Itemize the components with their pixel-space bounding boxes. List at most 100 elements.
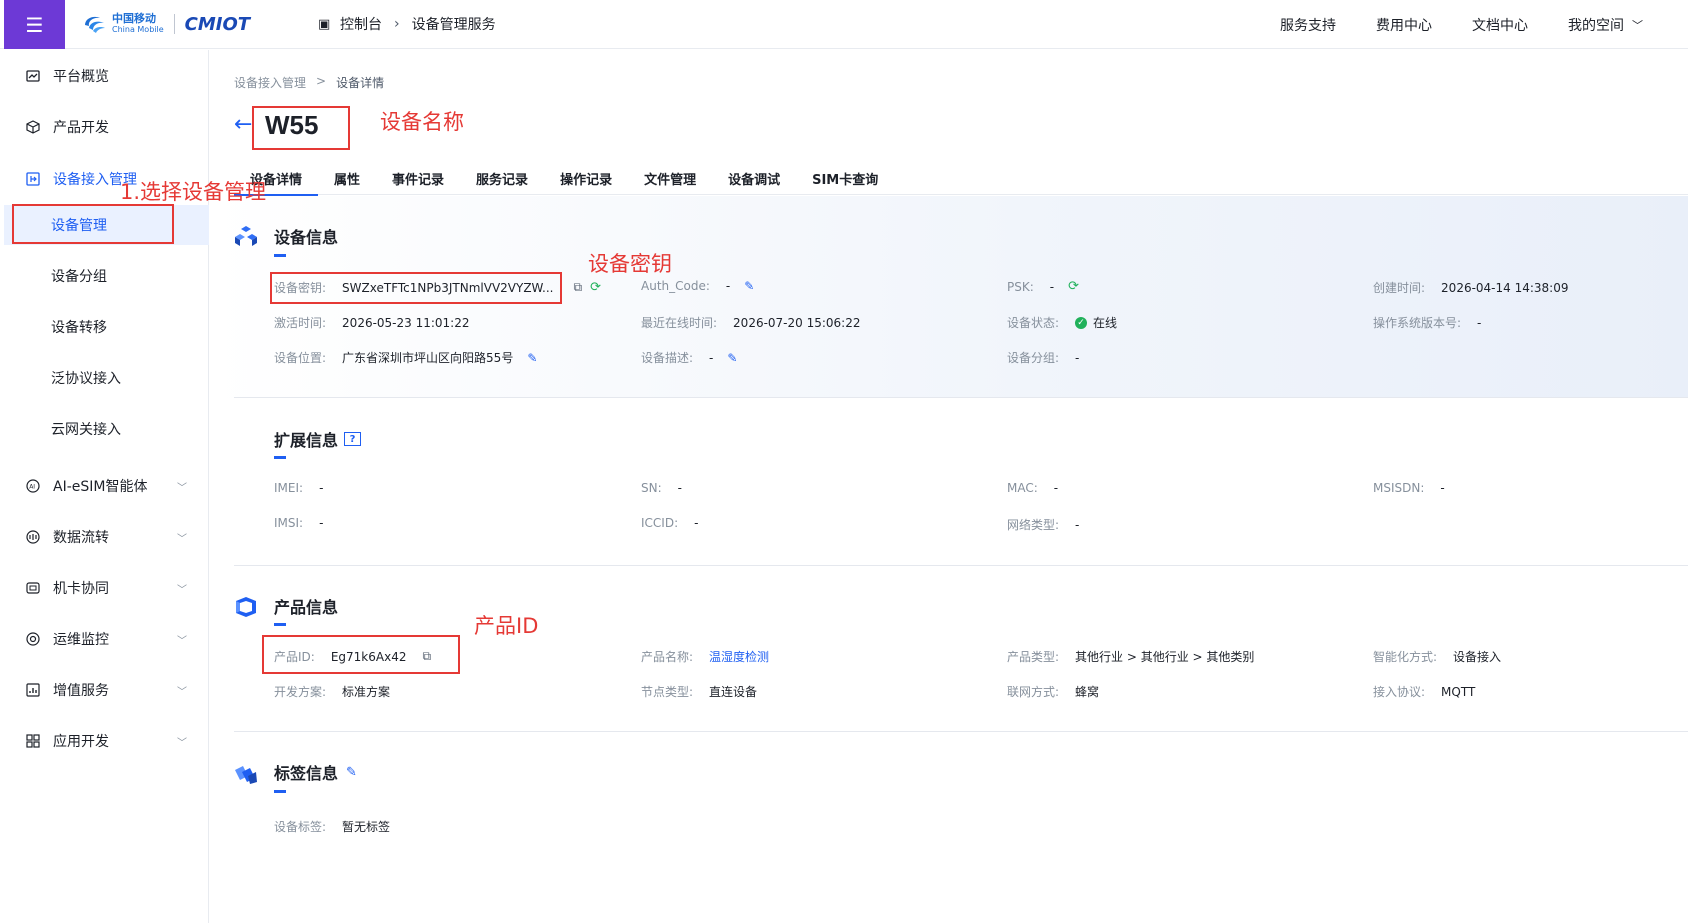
sidebar-item-ops-monitor[interactable]: 运维监控 ﹀ [4,619,209,659]
logo-cn-text: 中国移动 [112,12,156,25]
sidebar-item-app-dev[interactable]: 应用开发 ﹀ [4,721,209,761]
field-product-type: 产品类型: 其他行业 > 其他行业 > 其他类别 [1007,650,1255,664]
cubes-icon [235,226,257,246]
apps-icon [25,734,41,748]
product-cube-icon [236,597,256,617]
section-underline [274,790,286,793]
svg-text:AI: AI [29,484,35,491]
field-imsi: IMSI: - [274,516,324,530]
tab-files[interactable]: 文件管理 [628,162,712,195]
top-bar: ☰ 中国移动 China Mobile CMIOT ▣ 控制台 › 设备管理服务… [0,0,1688,49]
tab-operations[interactable]: 操作记录 [544,162,628,195]
divider [234,397,1688,398]
tab-debug[interactable]: 设备调试 [712,162,796,195]
chart-icon [25,683,41,697]
device-access-icon [25,172,41,186]
crumb-device-service[interactable]: 设备管理服务 [412,14,496,34]
back-arrow-icon[interactable]: ← [234,112,252,137]
refresh-icon[interactable]: ⟳ [590,280,601,295]
tab-services[interactable]: 服务记录 [460,162,544,195]
field-device-status: 设备状态: ✓ 在线 [1007,316,1118,330]
main-content: 设备接入管理 > 设备详情 ← W55 设备详情 属性 事件记录 服务记录 操作… [210,50,1688,923]
logo-divider [173,14,175,34]
edit-icon[interactable]: ✎ [744,279,754,293]
crumb-console[interactable]: 控制台 [340,14,382,34]
field-group: 设备分组: - [1007,350,1080,366]
crumb-device-detail: 设备详情 [336,76,385,90]
field-msisdn: MSISDN: - [1373,481,1445,495]
annotation-select-device-mgmt: 1.选择设备管理 [120,180,267,204]
ext-info-title: 扩展信息 ? [274,427,362,451]
annotation-device-key: 设备密钥 [588,252,672,276]
field-auth-code: Auth_Code: - ✎ [641,279,755,293]
china-mobile-logo-icon [85,16,105,33]
logo[interactable]: 中国移动 China Mobile CMIOT [82,8,250,40]
link-docs[interactable]: 文档中心 [1472,15,1528,35]
annotation-box-device-name [252,106,350,150]
annotation-device-name: 设备名称 [380,110,464,134]
sidebar-item-card-sync[interactable]: 机卡协同 ﹀ [4,568,209,608]
top-links: 服务支持 费用中心 文档中心 我的空间 ﹀ [1280,0,1688,49]
edit-icon[interactable]: ✎ [346,765,357,780]
check-circle-icon: ✓ [1075,316,1088,329]
tab-properties[interactable]: 属性 [318,162,376,195]
crumb-device-access[interactable]: 设备接入管理 [234,74,306,91]
field-dev-scheme: 开发方案: 标准方案 [274,685,391,699]
product-name-link[interactable]: 温湿度检测 [709,648,769,665]
sidebar-sub-device-group[interactable]: 设备分组 [4,256,209,296]
tab-events[interactable]: 事件记录 [376,162,460,195]
menu-icon[interactable]: ☰ [4,0,65,49]
console-icon: ▣ [318,16,331,32]
edit-icon[interactable]: ✎ [727,351,737,365]
field-network-type: 网络类型: - [1007,517,1080,533]
field-node-type: 节点类型: 直连设备 [641,685,758,699]
sidebar-item-data-flow[interactable]: 数据流转 ﹀ [4,517,209,557]
my-space-menu[interactable]: 我的空间 ﹀ [1568,15,1688,35]
help-icon[interactable]: ? [344,432,362,446]
chevron-down-icon: ﹀ [177,584,187,596]
field-activated-time: 激活时间: 2026-05-23 11:01:22 [274,315,470,331]
field-description: 设备描述: - ✎ [641,350,738,366]
field-created-time: 创建时间: 2026-04-14 14:38:09 [1373,280,1569,296]
field-sn: SN: - [641,481,682,495]
ai-icon: AI [25,479,41,493]
device-info-title: 设备信息 [274,228,339,247]
sidebar-sub-cloud-gateway[interactable]: 云网关接入 [4,409,209,449]
logo-en-text: China Mobile [112,25,164,34]
chevron-down-icon: ﹀ [177,737,187,749]
divider [234,731,1688,732]
chevron-right-icon: > [316,74,327,88]
link-billing[interactable]: 费用中心 [1376,15,1432,35]
tab-sim[interactable]: SIM卡查询 [796,162,894,195]
field-smart-mode: 智能化方式: 设备接入 [1373,650,1502,664]
annotation-box-product-id [262,635,460,674]
chevron-down-icon: ﹀ [1632,18,1643,32]
section-underline [274,456,286,459]
sidebar-item-ai-esim[interactable]: AI AI-eSIM智能体 ﹀ [4,466,209,506]
section-underline [274,254,286,257]
divider [234,565,1688,566]
field-psk: PSK: - ⟳ [1007,279,1080,294]
chevron-down-icon: ﹀ [177,686,187,698]
tag-info-title: 标签信息 ✎ [274,764,357,783]
status-badge: 在线 [1093,316,1118,330]
top-breadcrumb: ▣ 控制台 › 设备管理服务 [318,10,496,38]
field-iccid: ICCID: - [641,516,699,530]
chevron-down-icon: ﹀ [177,482,187,494]
sidebar-item-value-added[interactable]: 增值服务 ﹀ [4,670,209,710]
field-os-version: 操作系统版本号: - [1373,315,1482,331]
product-info-title: 产品信息 [274,598,339,617]
chevron-right-icon: › [394,16,400,32]
field-protocol: 接入协议: MQTT [1373,684,1476,700]
annotation-product-id: 产品ID [474,614,539,638]
sidebar-item-product-dev[interactable]: 产品开发 [4,107,209,147]
link-support[interactable]: 服务支持 [1280,15,1336,35]
dashboard-icon [25,69,41,83]
sidebar-sub-device-transfer[interactable]: 设备转移 [4,307,209,347]
refresh-icon[interactable]: ⟳ [1068,279,1079,294]
edit-icon[interactable]: ✎ [527,351,537,365]
data-flow-icon [25,530,41,544]
copy-icon[interactable]: ⧉ [574,280,583,295]
sidebar-sub-generic-protocol[interactable]: 泛协议接入 [4,358,209,398]
sidebar-item-overview[interactable]: 平台概览 [4,56,209,96]
